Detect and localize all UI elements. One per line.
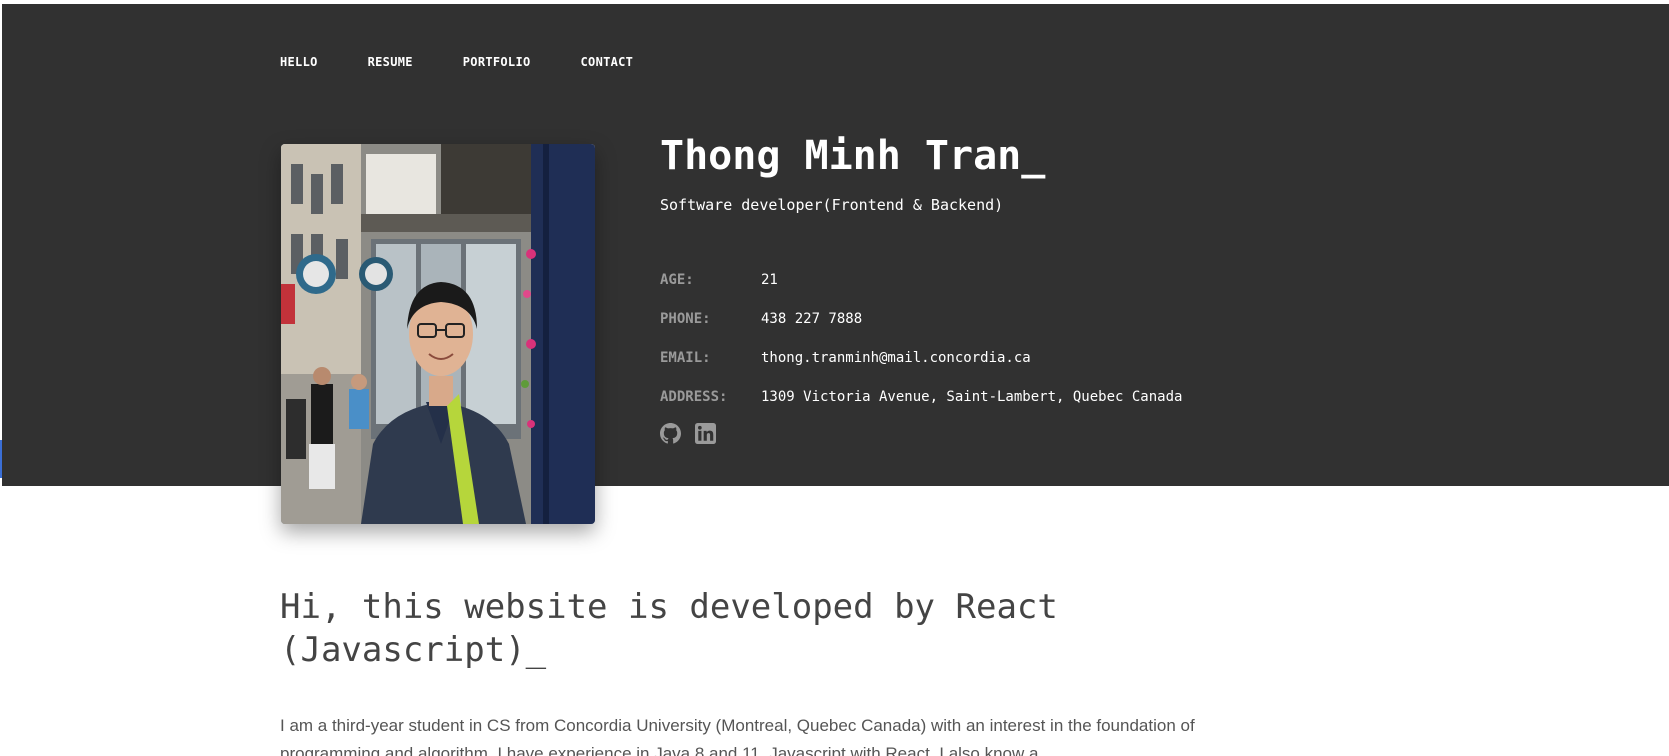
- detail-row-phone: PHONE: 438 227 7888: [660, 299, 1182, 338]
- profile-details: AGE: 21 PHONE: 438 227 7888 EMAIL: thong…: [660, 260, 1182, 416]
- detail-row-age: AGE: 21: [660, 260, 1182, 299]
- profile-photo: [281, 144, 595, 524]
- detail-value: thong.tranminh@mail.concordia.ca: [761, 349, 1031, 366]
- nav-portfolio[interactable]: PORTFOLIO: [463, 55, 531, 69]
- profile-name: Thong Minh Tran_: [660, 133, 1046, 179]
- detail-value: 1309 Victoria Avenue, Saint-Lambert, Que…: [761, 388, 1183, 405]
- nav-resume[interactable]: RESUME: [368, 55, 413, 69]
- detail-row-email: EMAIL: thong.tranminh@mail.concordia.ca: [660, 338, 1182, 377]
- detail-label: AGE:: [660, 271, 694, 288]
- detail-row-address: ADDRESS: 1309 Victoria Avenue, Saint-Lam…: [660, 377, 1182, 416]
- nav-contact[interactable]: CONTACT: [581, 55, 634, 69]
- detail-label: EMAIL:: [660, 349, 711, 366]
- linkedin-icon[interactable]: [695, 423, 716, 444]
- main-nav: HELLO RESUME PORTFOLIO CONTACT: [280, 55, 683, 69]
- intro-title: Hi, this website is developed by React (…: [280, 587, 1058, 670]
- detail-value: 21: [761, 271, 778, 288]
- social-links: [660, 423, 716, 444]
- github-icon[interactable]: [660, 423, 681, 444]
- nav-hello[interactable]: HELLO: [280, 55, 318, 69]
- profile-role: Software developer(Frontend & Backend): [660, 196, 1004, 214]
- page: HELLO RESUME PORTFOLIO CONTACT Thong Min…: [0, 0, 1669, 756]
- detail-value: 438 227 7888: [761, 310, 863, 327]
- detail-label: PHONE:: [660, 310, 711, 327]
- intro-text: I am a third-year student in CS from Con…: [280, 716, 1195, 756]
- detail-label: ADDRESS:: [660, 388, 728, 405]
